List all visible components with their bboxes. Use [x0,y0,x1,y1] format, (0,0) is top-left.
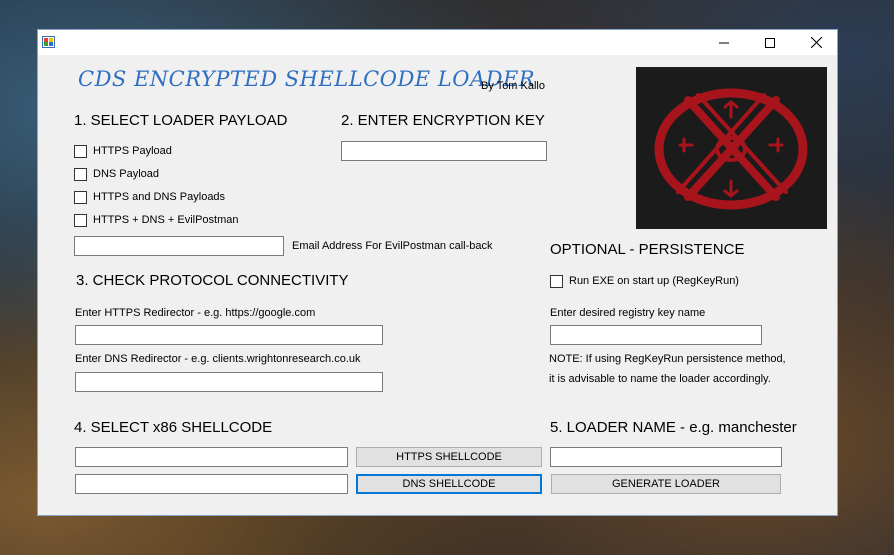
minimize-icon [719,42,729,43]
close-icon [810,37,822,48]
app-title: CDS ENCRYPTED SHELLCODE LOADER [78,67,536,91]
https-redirector-label: Enter HTTPS Redirector - e.g. https://go… [75,307,316,319]
dns-payload-checkbox[interactable] [74,168,87,181]
https-payload-checkbox[interactable] [74,145,87,158]
evilpostman-payload-checkbox[interactable] [74,214,87,227]
persistence-note-line1: NOTE: If using RegKeyRun persistence met… [549,353,786,365]
maximize-icon [765,37,775,48]
section4-heading: 4. SELECT x86 SHELLCODE [74,419,273,436]
https-redirector-field[interactable] [75,325,383,345]
regkeyrun-label: Run EXE on start up (RegKeyRun) [569,275,739,287]
section5-heading: 5. LOADER NAME - e.g. manchester [550,419,797,436]
title-bar[interactable] [38,30,837,55]
persistence-heading: OPTIONAL - PERSISTENCE [550,241,745,258]
https-shellcode-button[interactable]: HTTPS SHELLCODE [356,447,542,467]
dns-shellcode-path-field[interactable] [75,474,348,494]
app-window: CDS ENCRYPTED SHELLCODE LOADER By Tom Ka… [37,29,838,516]
loader-name-field[interactable] [550,447,782,467]
close-button[interactable] [793,30,839,55]
encryption-key-field[interactable] [341,141,547,161]
https-shellcode-path-field[interactable] [75,447,348,467]
maximize-button[interactable] [747,30,793,55]
section2-heading: 2. ENTER ENCRYPTION KEY [341,112,545,129]
regkeyrun-checkbox[interactable] [550,275,563,288]
regkey-name-field[interactable] [550,325,762,345]
app-icon [42,36,55,48]
minimize-button[interactable] [701,30,747,55]
evilpostman-payload-label: HTTPS + DNS + EvilPostman [93,214,239,226]
dns-redirector-label: Enter DNS Redirector - e.g. clients.wrig… [75,353,361,365]
dns-redirector-field[interactable] [75,372,383,392]
https-dns-payload-checkbox[interactable] [74,191,87,204]
ouroboros-x-emblem-icon [654,88,808,210]
dns-payload-label: DNS Payload [93,168,160,180]
regkey-name-label: Enter desired registry key name [550,307,706,319]
section1-heading: 1. SELECT LOADER PAYLOAD [74,112,288,129]
logo-image [636,67,827,229]
dns-shellcode-button[interactable]: DNS SHELLCODE [356,474,542,494]
email-field[interactable] [74,236,284,256]
generate-loader-button[interactable]: GENERATE LOADER [551,474,781,494]
email-label: Email Address For EvilPostman call-back [292,240,493,252]
author-label: By Tom Kallo [481,80,545,92]
section3-heading: 3. CHECK PROTOCOL CONNECTIVITY [76,272,349,289]
https-dns-payload-label: HTTPS and DNS Payloads [93,191,226,203]
persistence-note-line2: it is advisable to name the loader accor… [549,373,771,385]
https-payload-label: HTTPS Payload [93,145,172,157]
